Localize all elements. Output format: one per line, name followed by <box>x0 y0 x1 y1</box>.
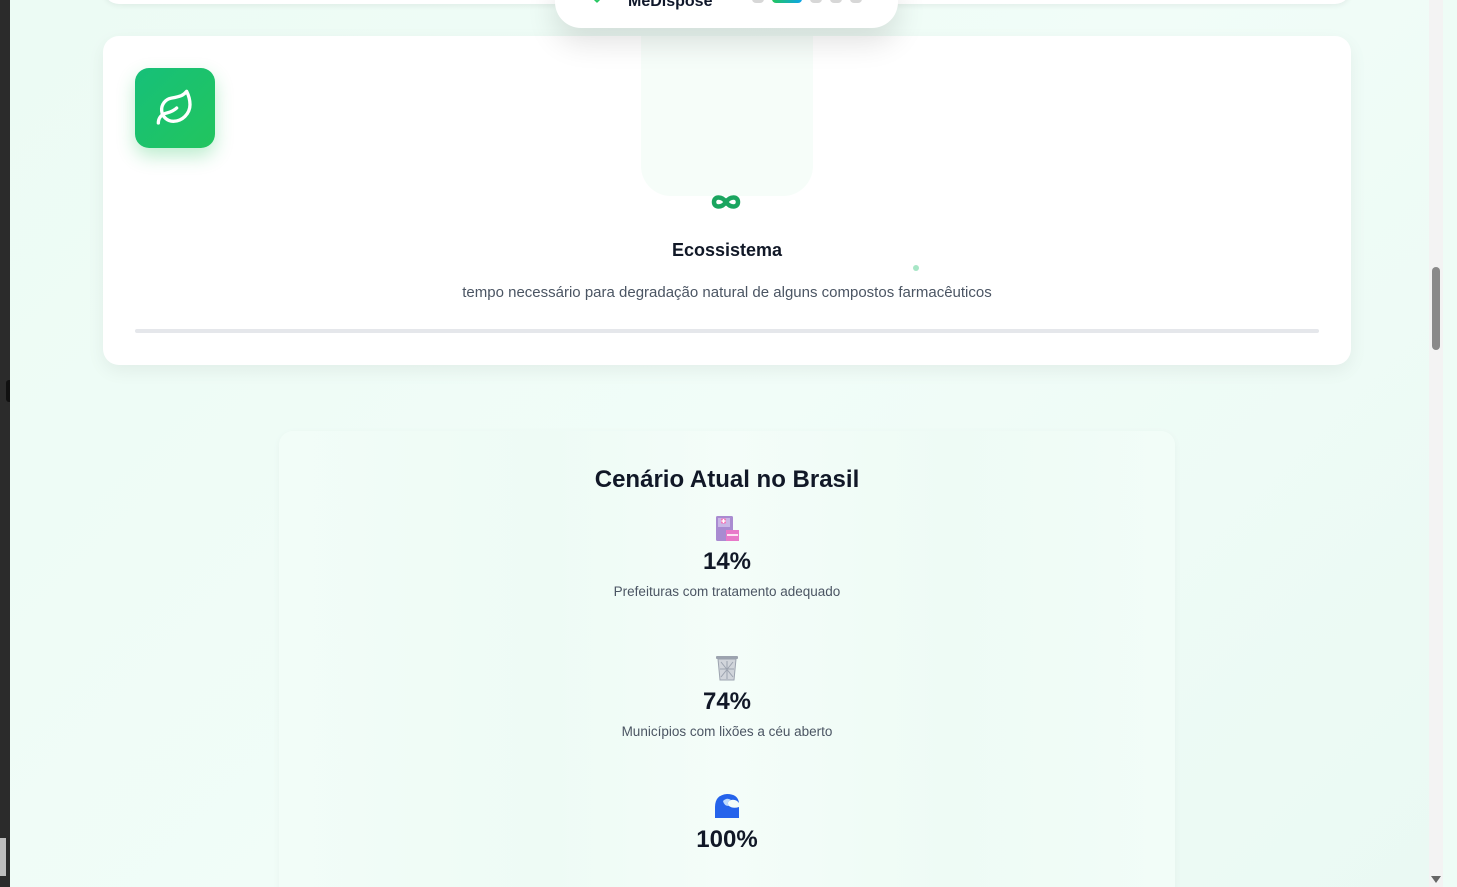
card-description: tempo necessário para degradação natural… <box>462 284 992 301</box>
section-title: Cenário Atual no Brasil <box>594 466 860 493</box>
card-title: Ecossistema <box>671 240 783 260</box>
stat-value: 100% <box>696 826 758 853</box>
decorative-dot <box>913 265 919 271</box>
stat-label: Municípios com lixões a céu aberto <box>621 724 833 739</box>
brazil-scenario-section: Cenário Atual no Brasil 14% Prefeituras … <box>279 431 1175 887</box>
infinity-icon <box>711 195 741 209</box>
section-dot-2-active[interactable] <box>772 0 802 3</box>
water-wave-icon <box>715 794 739 818</box>
section-dot-3[interactable] <box>810 0 822 3</box>
ecosystem-card: Ecossistema tempo necessário para degrad… <box>103 36 1351 365</box>
stat-item: 74% Municípios com lixões a céu aberto <box>279 653 1175 739</box>
pharmacy-building-icon <box>716 516 739 541</box>
stat-item: 100% <box>279 791 1175 854</box>
section-dot-1[interactable] <box>752 0 764 3</box>
vertical-scrollbar[interactable] <box>1429 0 1443 887</box>
card-divider <box>135 329 1319 333</box>
section-dot-5[interactable] <box>850 0 862 3</box>
left-edge-tab <box>0 838 6 876</box>
leaf-icon <box>156 89 192 125</box>
stat-value: 14% <box>702 548 752 575</box>
scrollbar-thumb[interactable] <box>1432 267 1440 350</box>
leaf-badge <box>135 68 215 148</box>
stat-label: Prefeituras com tratamento adequado <box>613 584 841 599</box>
decorative-shape <box>641 36 813 196</box>
stat-value: 74% <box>702 688 752 715</box>
page-viewport: MeDispose Ecossistema tempo necessário p… <box>10 0 1443 887</box>
floating-navbar: MeDispose <box>555 0 898 28</box>
left-window-edge <box>0 0 10 887</box>
section-dots <box>752 0 862 3</box>
scroll-down-arrow-icon[interactable] <box>1431 876 1441 883</box>
brand-name[interactable]: MeDispose <box>628 0 712 10</box>
stat-item: 14% Prefeituras com tratamento adequado <box>279 513 1175 599</box>
heart-logo-icon <box>593 0 601 3</box>
section-dot-4[interactable] <box>830 0 842 3</box>
wastebasket-icon <box>716 656 738 681</box>
